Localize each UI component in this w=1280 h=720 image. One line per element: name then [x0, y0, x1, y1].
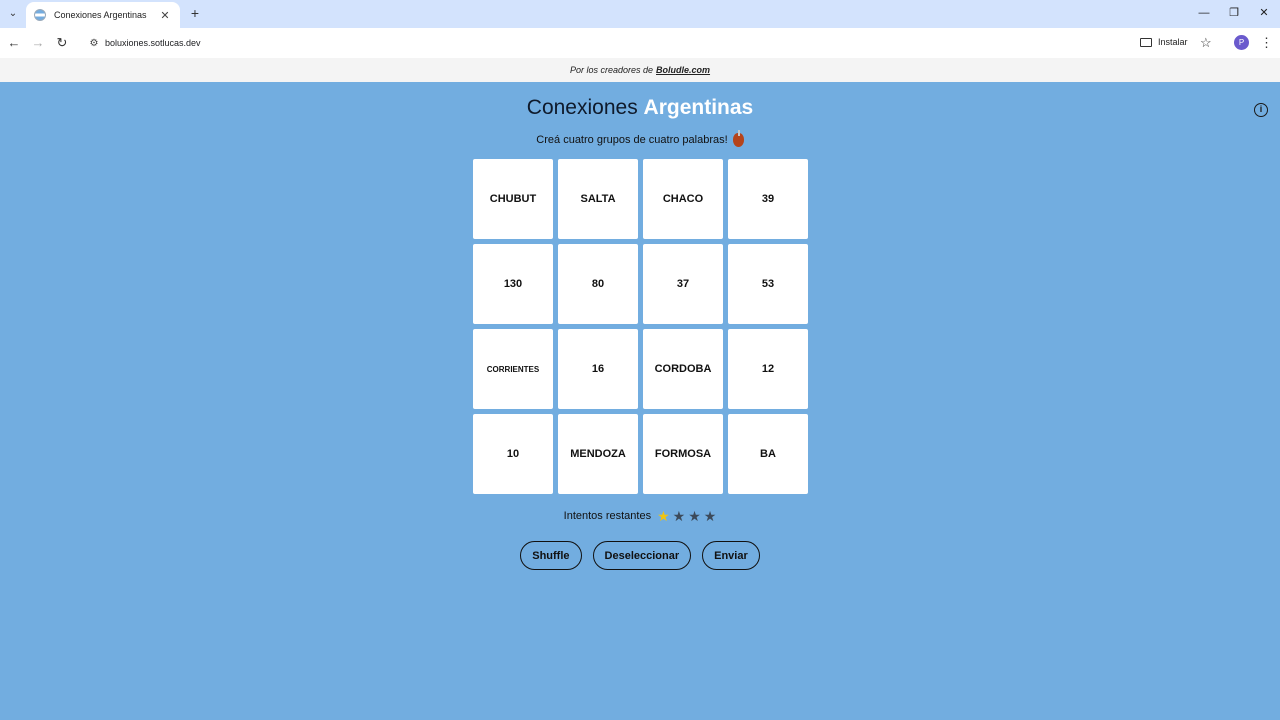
word-tile[interactable]: CHUBUT	[473, 159, 553, 239]
star-icon: ★	[703, 508, 717, 524]
credits-prefix: Por los creadores de	[569, 65, 654, 75]
url-text[interactable]: boluxiones.sotlucas.dev	[105, 38, 201, 48]
title-main: Conexiones	[526, 96, 638, 119]
profile-avatar[interactable]: P	[1234, 35, 1249, 50]
new-tab-plus-icon[interactable]: +	[187, 5, 203, 21]
word-tile[interactable]: 80	[558, 244, 638, 324]
word-tile[interactable]: 10	[473, 414, 553, 494]
attempts-stars: ★ ★ ★ ★	[657, 509, 716, 523]
word-tile[interactable]: CHACO	[643, 159, 723, 239]
minimize-icon[interactable]: —	[1194, 5, 1214, 21]
close-tab-icon[interactable]: ✕	[158, 9, 172, 22]
page-title: Conexiones Argentinas	[0, 96, 1280, 120]
attempts-label: Intentos restantes	[563, 510, 652, 522]
star-icon: ★	[672, 508, 686, 524]
install-label: Instalar	[1158, 37, 1188, 47]
star-icon: ★	[688, 508, 701, 524]
word-grid: CHUBUT SALTA CHACO 39 130 80 37 53 CORRI…	[473, 159, 808, 494]
browser-toolbar: ← → ↻ ⚙ boluxiones.sotlucas.dev Instalar…	[0, 28, 1280, 58]
attempts-remaining: Intentos restantes ★ ★ ★ ★	[0, 509, 1280, 523]
back-arrow-icon[interactable]: ←	[5, 34, 23, 52]
mate-icon	[732, 130, 744, 147]
forward-arrow-icon[interactable]: →	[29, 34, 47, 52]
action-buttons: Shuffle Deseleccionar Enviar	[0, 541, 1280, 570]
word-tile[interactable]: MENDOZA	[558, 414, 638, 494]
restore-icon[interactable]: ❐	[1224, 5, 1244, 21]
word-tile[interactable]: 16	[558, 329, 638, 409]
credits-link[interactable]: Boludle.com	[656, 65, 710, 75]
submit-button[interactable]: Enviar	[702, 541, 760, 570]
word-tile[interactable]: FORMOSA	[643, 414, 723, 494]
install-monitor-icon	[1140, 37, 1152, 47]
word-tile[interactable]: BA	[728, 414, 808, 494]
shuffle-button[interactable]: Shuffle	[520, 541, 582, 570]
word-tile[interactable]: 39	[728, 159, 808, 239]
kebab-menu-icon[interactable]: ⋮	[1260, 34, 1273, 52]
bookmark-star-icon[interactable]: ☆	[1200, 34, 1212, 52]
browser-tab[interactable]: Conexiones Argentinas ✕	[26, 2, 180, 28]
credits-bar: Por los creadores de Boludle.com	[0, 58, 1280, 82]
word-tile[interactable]: 12	[728, 329, 808, 409]
reload-icon[interactable]: ↻	[53, 34, 71, 52]
argentina-flag-icon	[34, 9, 46, 21]
info-icon[interactable]: i	[1254, 103, 1268, 117]
site-info-icon[interactable]: ⚙	[84, 38, 104, 49]
subtitle: Creá cuatro grupos de cuatro palabras!	[0, 130, 1280, 147]
install-app-button[interactable]: Instalar	[1140, 32, 1188, 52]
word-tile[interactable]: 37	[643, 244, 723, 324]
close-window-icon[interactable]: ✕	[1254, 5, 1274, 21]
tab-title: Conexiones Argentinas	[54, 10, 147, 20]
word-tile[interactable]: 130	[473, 244, 553, 324]
tab-strip: ⌄ Conexiones Argentinas ✕ + — ❐ ✕	[0, 0, 1280, 28]
star-icon: ★	[657, 508, 670, 524]
word-tile[interactable]: 53	[728, 244, 808, 324]
address-bar[interactable]: ⚙ boluxiones.sotlucas.dev	[80, 31, 1220, 55]
word-tile[interactable]: SALTA	[558, 159, 638, 239]
word-tile[interactable]: CORRIENTES	[473, 329, 553, 409]
word-tile[interactable]: CORDOBA	[643, 329, 723, 409]
deselect-button[interactable]: Deseleccionar	[592, 541, 692, 570]
subtitle-text: Creá cuatro grupos de cuatro palabras!	[536, 134, 728, 146]
title-accent: Argentinas	[643, 96, 754, 119]
tab-search-chevron-icon[interactable]: ⌄	[4, 4, 22, 22]
